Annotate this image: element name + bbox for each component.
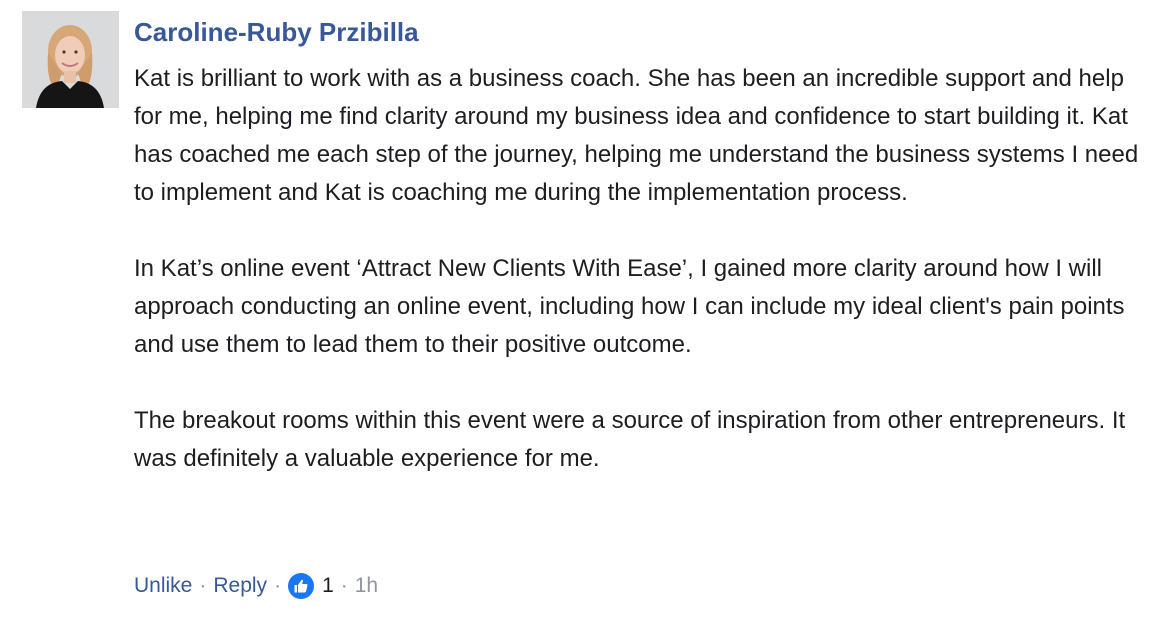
- reply-button[interactable]: Reply: [213, 574, 267, 598]
- unlike-button[interactable]: Unlike: [134, 574, 192, 598]
- like-count[interactable]: 1: [322, 574, 334, 598]
- separator: ·: [199, 574, 207, 597]
- separator: ·: [274, 574, 282, 597]
- separator: ·: [340, 574, 348, 597]
- timestamp[interactable]: 1h: [355, 574, 378, 598]
- comment-paragraph: Kat is brilliant to work with as a busin…: [134, 65, 1139, 206]
- avatar-image: [22, 11, 119, 108]
- comment-paragraph: The breakout rooms within this event wer…: [134, 407, 1126, 472]
- comment-body: Kat is brilliant to work with as a busin…: [134, 60, 1144, 478]
- comment-paragraph: In Kat’s online event ‘Attract New Clien…: [134, 255, 1125, 358]
- comment-actions: Unlike · Reply · 1 · 1h: [134, 570, 378, 602]
- author-name[interactable]: Caroline-Ruby Przibilla: [134, 14, 419, 50]
- thumbs-up-glyph: [294, 579, 308, 593]
- thumbs-up-icon[interactable]: [288, 573, 315, 599]
- comment-content: Caroline-Ruby Przibilla Kat is brilliant…: [134, 14, 1144, 478]
- comment: Caroline-Ruby Przibilla Kat is brilliant…: [0, 0, 1158, 622]
- avatar[interactable]: [22, 11, 119, 108]
